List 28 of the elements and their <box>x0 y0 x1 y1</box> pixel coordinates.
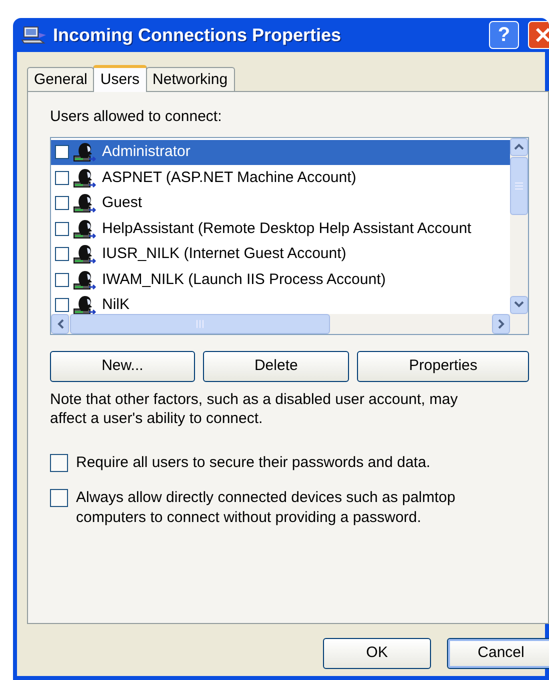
user-name: IWAM_NILK (Launch IIS Process Account) <box>101 270 387 290</box>
list-row[interactable]: HelpAssistant (Remote Desktop Help Assistant Account <box>51 216 510 242</box>
list-row[interactable]: Administrator <box>51 140 510 165</box>
user-name: HelpAssistant (Remote Desktop Help Assistant Account <box>101 218 472 238</box>
user-name: ASPNET (ASP.NET Machine Account) <box>101 168 358 188</box>
dialog-button[interactable]: Delete <box>202 350 350 382</box>
tab[interactable]: Users <box>93 65 147 92</box>
list-row[interactable]: IWAM_NILK (Launch IIS Process Account) <box>51 267 510 292</box>
tab[interactable]: Networking <box>146 67 235 91</box>
user-name: Guest <box>101 193 144 213</box>
list-row[interactable]: NilK <box>51 292 510 314</box>
dialog-button[interactable]: New... <box>50 350 195 382</box>
list-row[interactable]: IUSR_NILK (Internet Guest Account) <box>51 242 510 267</box>
note-text: Note that other factors, such as a disabled user account, may affect a user's ability to connect. <box>50 390 459 428</box>
users-label: Users allowed to connect: <box>50 107 223 127</box>
window-title: Incoming Connections Properties <box>53 24 342 47</box>
tab[interactable]: General <box>27 67 94 91</box>
user-name: IUSR_NILK (Internet Guest Account) <box>101 244 348 264</box>
dialog-button[interactable]: Properties <box>357 350 529 382</box>
user-name: NilK <box>101 295 131 314</box>
list-row[interactable]: ASPNET (ASP.NET Machine Account) <box>51 165 510 190</box>
help-button[interactable]: ? <box>489 21 519 49</box>
checkbox-label: Require all users to secure their passwords and data. <box>76 452 432 472</box>
ok-button[interactable]: OK <box>323 638 431 669</box>
user-name: Administrator <box>101 142 192 162</box>
list-row[interactable]: Guest <box>51 190 510 216</box>
cancel-button[interactable]: Cancel <box>447 638 549 669</box>
checkbox-label: Always allow directly connected devices such as palmtop computers to connect without providing a password. <box>76 488 456 527</box>
